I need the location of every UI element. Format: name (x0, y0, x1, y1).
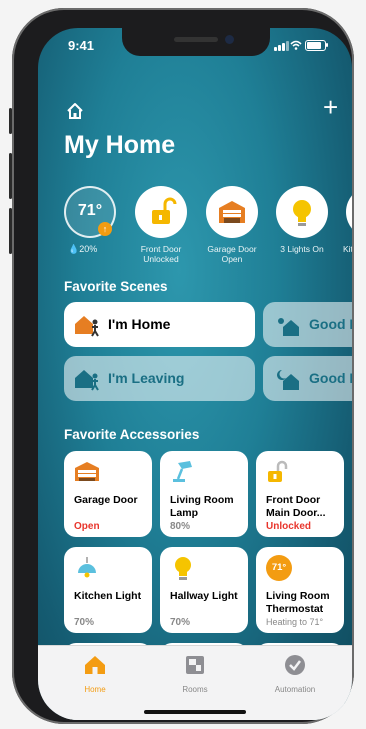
screen: 9:41 + My Home 71° ↑ 💧20% Front Door Unl… (38, 28, 352, 720)
scene-label: Good M (309, 316, 352, 332)
accessory-living-room-thermostat[interactable]: 71° Living Room Thermostat Heating to 71… (256, 547, 344, 633)
status-label: Front Door Unlocked (140, 244, 182, 264)
status-row: 71° ↑ 💧20% Front Door Unlocked Garage Do… (60, 186, 352, 276)
status-label: Garage Door Open (207, 244, 257, 264)
droplet-icon: 💧 (68, 244, 80, 254)
accessory-garage-door[interactable]: Garage Door Open (64, 451, 152, 537)
status-lights[interactable] (276, 186, 328, 238)
wifi-icon (290, 40, 302, 50)
scene-im-leaving[interactable]: I'm Leaving (64, 356, 255, 401)
status-garage-door[interactable] (206, 186, 258, 238)
tab-automation[interactable]: Automation (255, 654, 335, 694)
status-front-door[interactable] (135, 186, 187, 238)
accessory-front-door[interactable]: Front Door Main Door... Unlocked (256, 451, 344, 537)
thermostat-icon: 71° (266, 555, 292, 581)
status-kitchen[interactable] (346, 186, 352, 238)
tab-label: Rooms (182, 685, 208, 694)
volume-down-button (9, 208, 12, 254)
lock-icon (152, 197, 177, 224)
person-home-icon (75, 316, 99, 337)
scene-label: I'm Home (108, 316, 171, 332)
pendant-light-icon (78, 557, 96, 578)
heating-arrow-icon: ↑ (98, 222, 112, 236)
page-title: My Home (64, 131, 176, 159)
notch (122, 28, 270, 56)
climate-status[interactable]: 71° ↑ (64, 186, 116, 238)
accessory-status: Open (74, 521, 100, 532)
accessory-name: Garage Door (74, 494, 138, 506)
scene-label: Good N (309, 370, 352, 386)
scene-im-home[interactable]: I'm Home (64, 302, 255, 347)
accessory-name: Front Door Main Door... (266, 494, 326, 519)
accessory-name: Living Room Thermostat (266, 590, 330, 615)
accessory-status: 70% (74, 617, 95, 628)
accessory-kitchen-light[interactable]: Kitchen Light 70% (64, 547, 152, 633)
status-time: 9:41 (68, 38, 95, 53)
humidity-label: 💧20% (68, 244, 98, 254)
garage-icon (75, 462, 99, 481)
mute-switch (9, 108, 12, 134)
accessory-status: Unlocked (266, 521, 312, 532)
lock-icon (268, 460, 288, 482)
home-icon (85, 656, 105, 674)
tab-bar: Home Rooms Automation (38, 645, 352, 720)
add-button[interactable]: + (323, 94, 338, 120)
accessory-status: 70% (170, 617, 191, 628)
status-label: Kitch (343, 244, 352, 254)
scene-label: I'm Leaving (108, 370, 185, 386)
tab-label: Home (84, 685, 106, 694)
accessory-name: Living Room Lamp (170, 494, 234, 519)
status-label: 3 Lights On (280, 244, 324, 254)
automation-icon (285, 655, 305, 675)
accessories-heading: Favorite Accessories (64, 427, 200, 442)
accessory-name: Kitchen Light (74, 590, 142, 602)
battery-icon (305, 40, 326, 51)
scenes-heading: Favorite Scenes (64, 279, 168, 294)
temperature-value: 71° (77, 202, 103, 219)
garage-icon (219, 201, 245, 223)
accessory-status: 80% (170, 521, 191, 532)
accessory-status: Heating to 71° (266, 617, 324, 627)
sunrise-home-icon (278, 318, 299, 336)
phone-frame: 9:41 + My Home 71° ↑ 💧20% Front Door Unl… (9, 8, 354, 724)
tab-label: Automation (274, 685, 316, 694)
accessory-living-room-lamp[interactable]: Living Room Lamp 80% (160, 451, 248, 537)
accessory-name: Hallway Light (170, 590, 238, 602)
tab-home[interactable]: Home (55, 654, 135, 694)
scene-good-morning[interactable]: Good M (263, 302, 352, 347)
desk-lamp-icon (173, 461, 192, 482)
status-icons (274, 39, 328, 51)
person-leaving-icon (75, 370, 99, 391)
lightbulb-icon (175, 557, 191, 580)
tab-rooms[interactable]: Rooms (155, 654, 235, 694)
accessory-hallway-light[interactable]: Hallway Light 70% (160, 547, 248, 633)
home-settings-icon[interactable] (66, 102, 84, 120)
scene-good-night[interactable]: Good N (263, 356, 352, 401)
home-indicator (144, 710, 246, 714)
rooms-icon (186, 656, 204, 674)
lightbulb-icon (293, 200, 311, 226)
moon-home-icon (277, 370, 299, 390)
volume-up-button (9, 153, 12, 199)
